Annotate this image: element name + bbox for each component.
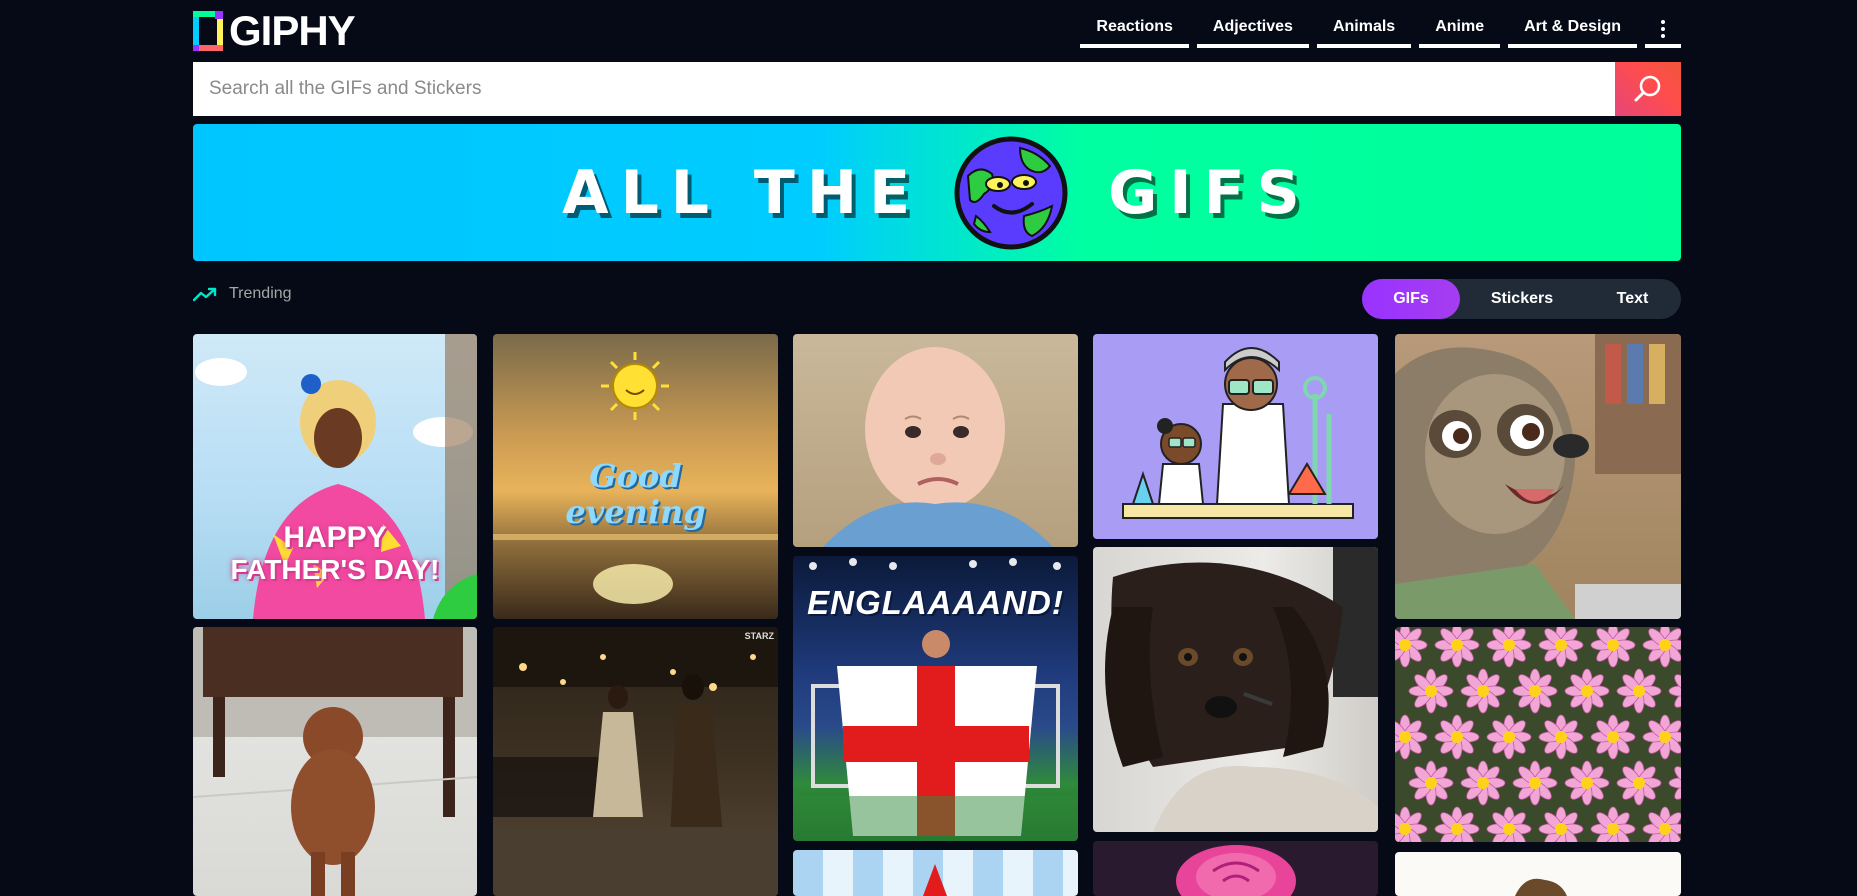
nav-item-animals[interactable]: Animals [1316,14,1412,48]
gif-image [1176,845,1296,896]
gif-happy-fathers-day[interactable]: HAPPY FATHER'S DAY! [193,334,477,619]
gif-image [923,864,947,896]
toggle-text[interactable]: Text [1584,279,1681,319]
nav-item-art-design[interactable]: Art & Design [1508,14,1637,48]
caption-line-1: Good [589,457,682,495]
gif-caption: HAPPY FATHER'S DAY! [193,522,477,586]
gif-scientists[interactable] [1093,334,1378,539]
caption-line-1: HAPPY [283,521,387,554]
gif-image [193,627,477,896]
watermark-text: STARZ [744,631,774,641]
gif-caption: ENGLAAAAND! [807,584,1064,621]
search-icon [1634,75,1661,102]
trending-label[interactable]: Trending [193,285,292,303]
gif-poodle[interactable] [193,627,477,896]
globe-mascot-icon [954,136,1068,249]
gif-good-evening[interactable]: Good evening [493,334,778,619]
caption-line-2: FATHER'S DAY! [230,554,440,585]
gif-image [1105,547,1378,832]
caption-line-2: evening [565,493,706,531]
all-the-gifs-banner[interactable]: ALL THE GIFS [193,124,1681,261]
category-nav: Reactions Adjectives Animals Anime Art &… [1080,14,1681,48]
gif-spaniel-dog[interactable] [1093,547,1378,832]
gif-image [1395,627,1681,842]
search-button[interactable] [1615,62,1681,116]
trending-up-icon [193,287,217,302]
search-bar [193,62,1681,116]
gif-image [1395,334,1681,619]
gif-image [1515,878,1567,896]
gif-sloth[interactable] [1395,334,1681,619]
gif-image [493,627,778,896]
logo-text: GIPHY [229,7,356,54]
gif-night-dancing[interactable]: STARZ [493,627,778,896]
search-input[interactable] [193,62,1615,116]
gif-image [1122,347,1354,519]
content-type-toggle: GIFs Stickers Text [1362,279,1681,319]
gif-grid: HAPPY FATHER'S DAY! Good evening STARZ E… [193,334,1681,896]
header: GIPHY Reactions Adjectives Animals Anime… [193,0,1681,60]
gif-englaaaand[interactable]: ENGLAAAAND! [793,556,1078,841]
nav-item-anime[interactable]: Anime [1419,14,1501,48]
gif-pink-flowers[interactable] [1395,627,1681,842]
giphy-logo-icon [193,11,223,51]
gif-image [823,347,1053,547]
toggle-stickers[interactable]: Stickers [1460,279,1584,319]
toggle-gifs[interactable]: GIFs [1362,279,1460,319]
giphy-logo[interactable]: GIPHY [193,7,356,54]
gif-pink-rose[interactable] [1093,841,1378,896]
trending-text: Trending [229,285,292,302]
banner-text-right: GIFS [1108,157,1312,228]
gif-checkered-partial[interactable] [793,850,1078,896]
trending-header: Trending GIFs Stickers Text [193,277,1681,319]
gif-white-partial[interactable] [1395,852,1681,896]
gif-caption: Good evening [493,458,778,530]
giphy-page: GIPHY Reactions Adjectives Animals Anime… [0,0,1857,896]
nav-item-reactions[interactable]: Reactions [1080,14,1189,48]
nav-item-adjectives[interactable]: Adjectives [1196,14,1309,48]
banner-text-left: ALL THE [562,157,923,228]
more-vertical-icon[interactable] [1645,14,1681,48]
gif-baby-face[interactable] [793,334,1078,547]
